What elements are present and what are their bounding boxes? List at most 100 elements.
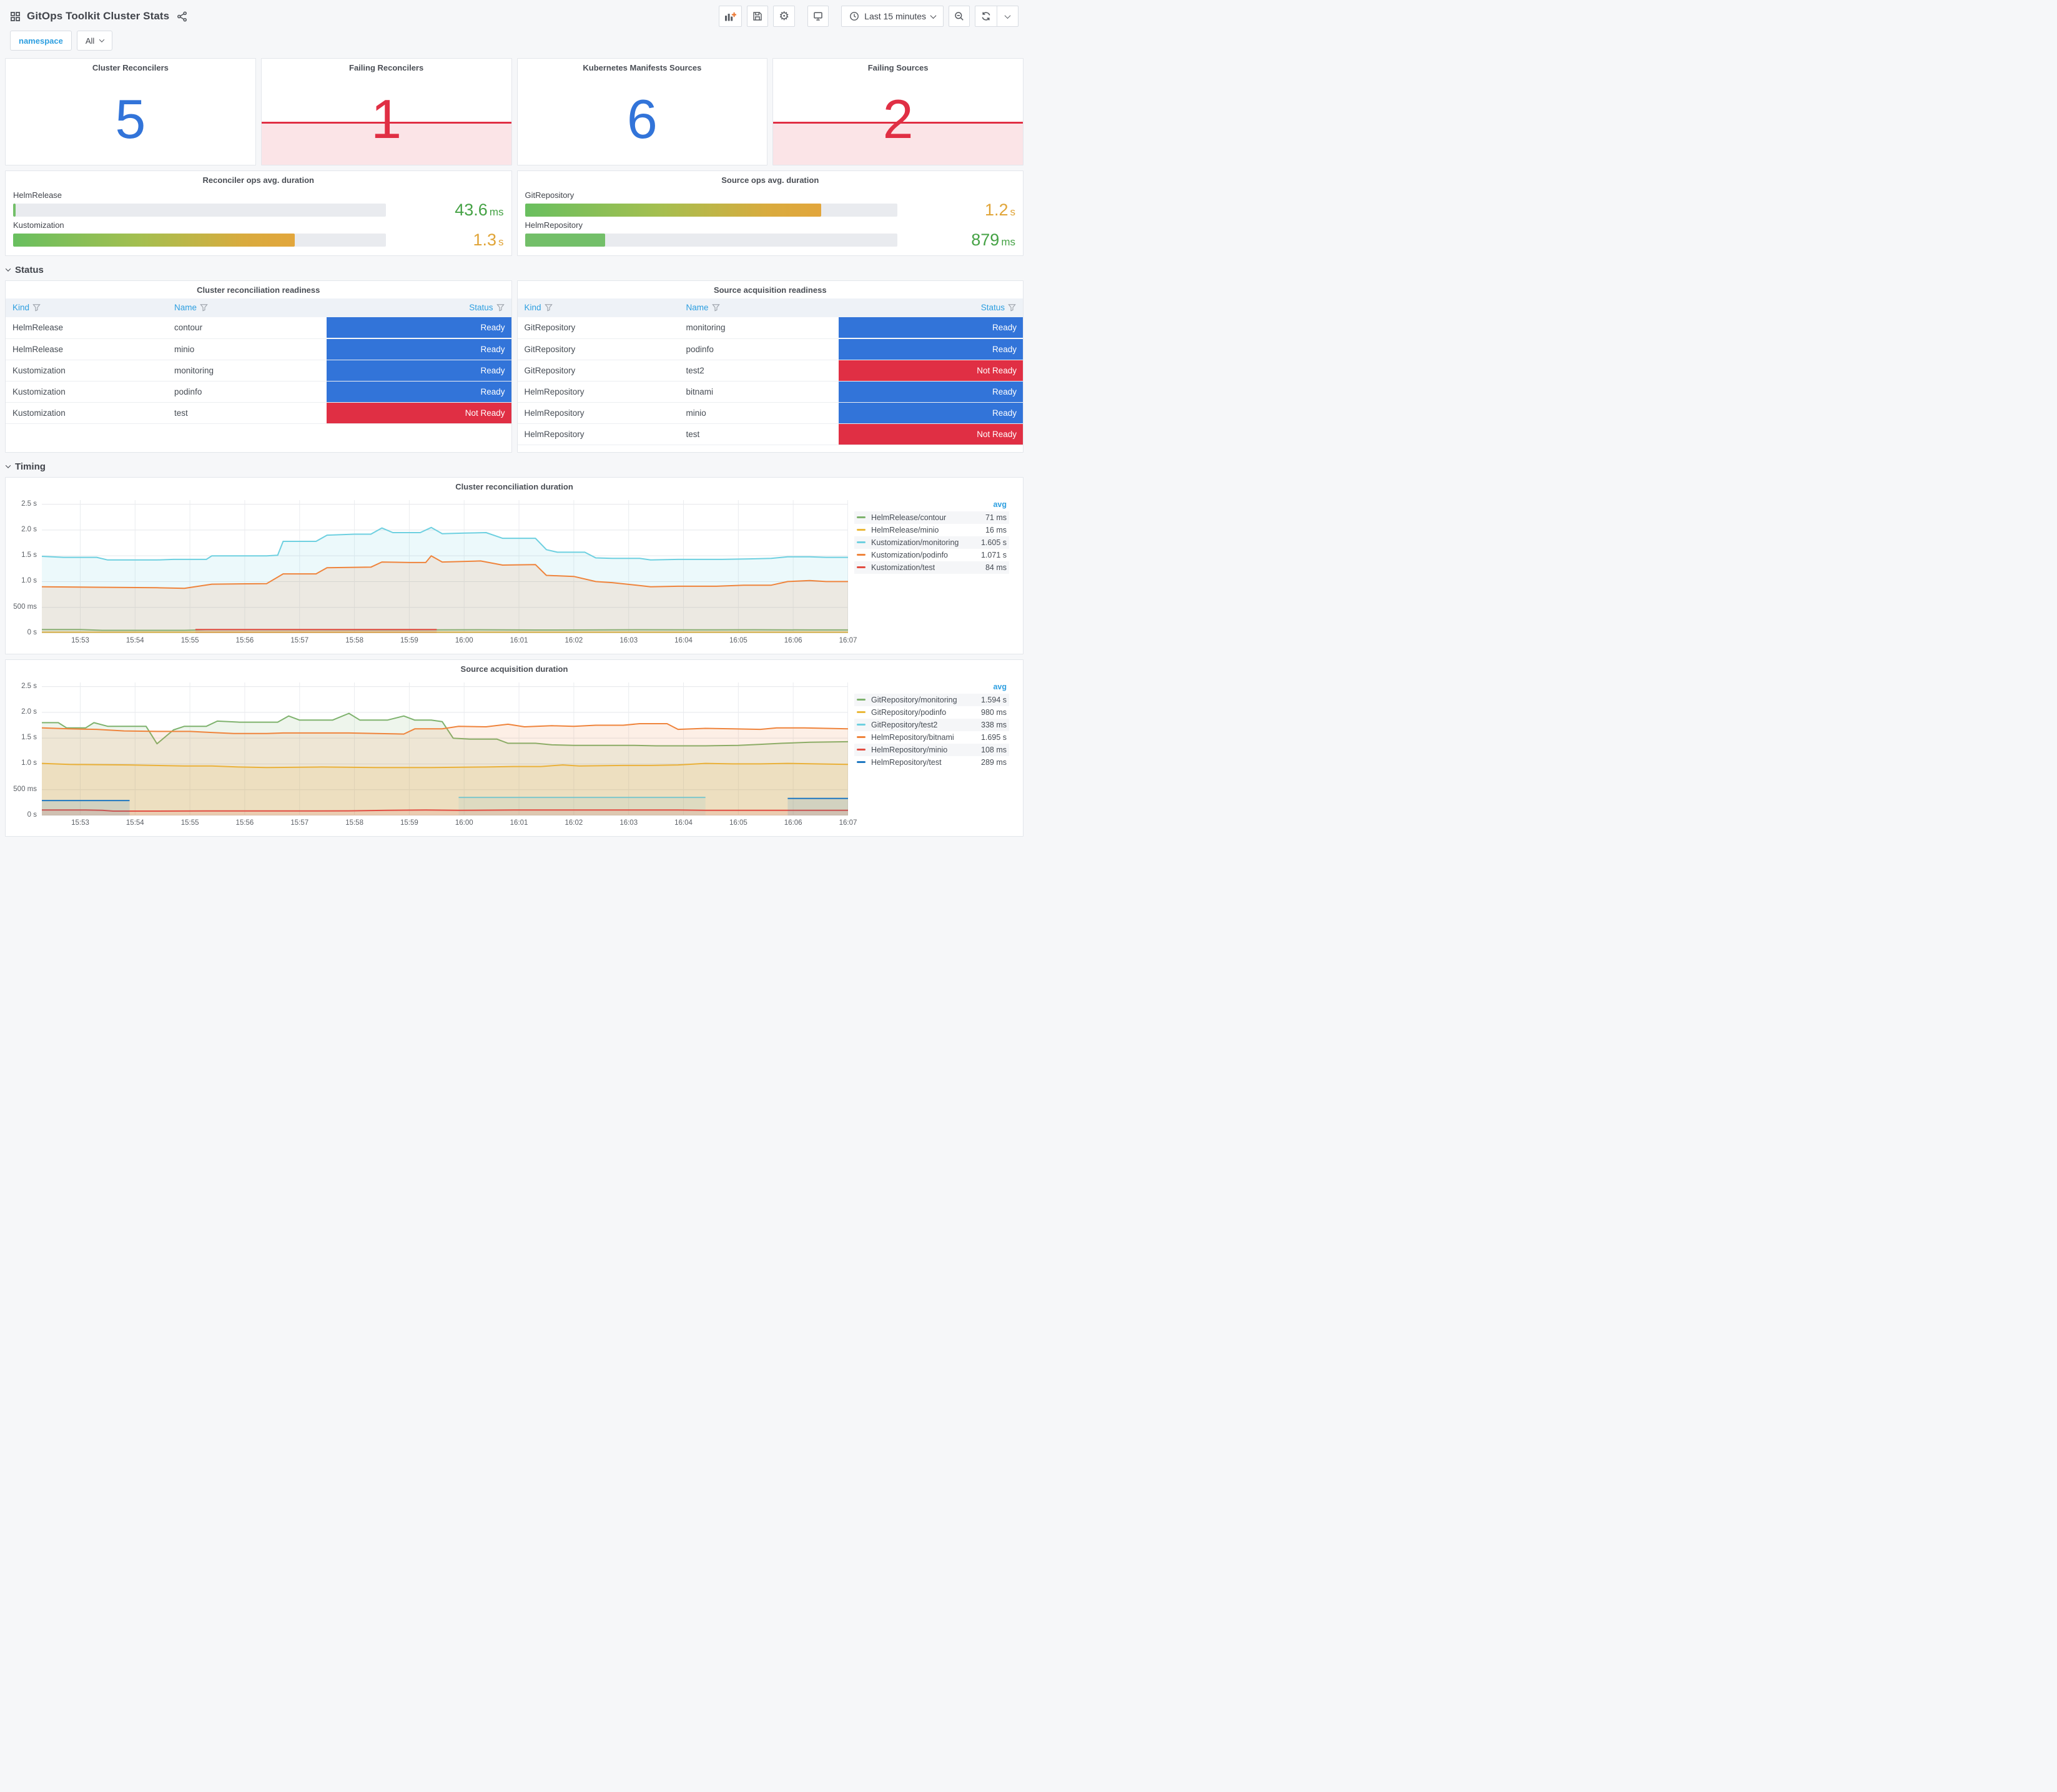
filter-funnel-icon[interactable]: [32, 303, 41, 313]
legend-series-name[interactable]: GitRepository/monitoring: [871, 696, 957, 704]
gauge-label: HelmRelease: [13, 190, 62, 200]
column-header-kind[interactable]: Kind: [517, 298, 679, 317]
legend-swatch: [857, 541, 866, 543]
x-axis-label: 15:55: [180, 637, 199, 644]
page-title: GitOps Toolkit Cluster Stats: [27, 10, 170, 22]
x-axis-label: 16:03: [619, 637, 638, 644]
share-alt-icon[interactable]: [177, 11, 187, 22]
legend-series-name[interactable]: HelmRepository/minio: [871, 746, 947, 754]
cell-name: test: [679, 423, 839, 445]
legend-series-name[interactable]: GitRepository/test2: [871, 721, 937, 729]
column-header-label: Kind: [524, 302, 541, 312]
stat-value: 5: [115, 88, 146, 150]
cell-kind: HelmRelease: [6, 338, 168, 360]
time-picker-button[interactable]: Last 15 minutes: [841, 6, 944, 27]
status-badge: Ready: [327, 360, 511, 381]
y-axis-label: 0 s: [27, 811, 37, 819]
legend-series-name[interactable]: Kustomization/monitoring: [871, 538, 959, 547]
panel-title: Cluster reconciliation readiness: [197, 285, 320, 295]
filter-funnel-icon[interactable]: [1008, 303, 1016, 313]
column-header-status[interactable]: Status: [838, 298, 1023, 317]
table-row: HelmRelease contour Ready: [6, 317, 511, 339]
gauge-value: 1.2 s: [897, 202, 1015, 219]
column-header-name[interactable]: Name: [679, 298, 839, 317]
section-title: Status: [15, 265, 44, 275]
zoom-out-time-button[interactable]: [949, 6, 970, 27]
gauge-fill: [13, 234, 295, 247]
cell-kind: HelmRepository: [517, 423, 679, 445]
legend-swatch: [857, 736, 866, 738]
filter-funnel-icon[interactable]: [200, 303, 208, 313]
namespace-variable-select[interactable]: All: [76, 31, 113, 51]
legend-series-name[interactable]: HelmRepository/test: [871, 758, 942, 767]
chart-plot[interactable]: [42, 682, 848, 815]
gauge-fill: [525, 234, 605, 247]
dashboard-settings-button[interactable]: ⚙: [773, 6, 796, 27]
legend-series-name[interactable]: HelmRelease/contour: [871, 513, 946, 522]
x-axis-label: 15:56: [235, 819, 254, 827]
column-header-status[interactable]: Status: [327, 298, 511, 317]
chart-legend: avg GitRepository/monitoring 1.594 s GitRep…: [852, 677, 1019, 834]
legend-series-name[interactable]: Kustomization/test: [871, 563, 935, 572]
table-row: Kustomization test Not Ready: [6, 402, 511, 424]
gauge-panels-row: Reconciler ops avg. duration HelmRelease 4…: [5, 170, 1024, 256]
gauge-value: 1.3 s: [386, 232, 503, 249]
filter-funnel-icon[interactable]: [711, 303, 720, 313]
section-title: Timing: [15, 461, 46, 472]
legend-swatch: [857, 724, 866, 726]
panel-title: Source acquisition duration: [460, 664, 568, 674]
filter-funnel-icon[interactable]: [496, 303, 505, 313]
legend-series-name[interactable]: Kustomization/podinfo: [871, 551, 948, 559]
filter-funnel-icon[interactable]: [544, 303, 553, 313]
add-panel-button[interactable]: [719, 6, 742, 27]
save-dashboard-button[interactable]: [747, 6, 769, 27]
table-header-row: Kind Name Status: [6, 298, 511, 317]
x-axis-label: 16:00: [455, 819, 473, 827]
cell-kind: GitRepository: [517, 360, 679, 382]
legend-avg-header[interactable]: avg: [974, 681, 1009, 694]
cell-status: Ready: [327, 360, 511, 382]
cell-status: Ready: [327, 338, 511, 360]
stat-panel-kubernetes-manifests-sources: Kubernetes Manifests Sources 6: [516, 58, 768, 165]
gauge-fill: [525, 204, 822, 217]
cell-kind: HelmRepository: [517, 381, 679, 403]
cell-status: Not Ready: [327, 402, 511, 424]
cell-status: Ready: [327, 317, 511, 339]
cell-name: monitoring: [679, 317, 839, 339]
gauge-panel-source-ops-avg-duration: Source ops avg. duration GitRepository 1.2…: [516, 170, 1024, 256]
table-row: Kustomization podinfo Ready: [6, 381, 511, 403]
section-header-status[interactable]: Status: [5, 262, 1024, 280]
legend-item-gitrepository-podinfo: GitRepository/podinfo 980 ms: [854, 706, 1009, 719]
cell-kind: GitRepository: [517, 317, 679, 339]
chevron-down-icon: [5, 462, 11, 468]
section-header-timing[interactable]: Timing: [5, 459, 1024, 477]
legend-swatch: [857, 699, 866, 701]
cell-status: Ready: [838, 338, 1023, 360]
cell-name: test2: [679, 360, 839, 382]
status-badge: Not Ready: [838, 360, 1023, 381]
panel-title: Source ops avg. duration: [721, 175, 819, 185]
legend-series-name[interactable]: GitRepository/podinfo: [871, 708, 946, 717]
column-header-label: Status: [469, 302, 493, 312]
plot-area: 0 s 500 ms 1.0 s 1.5 s 2.0 s 2.5 s 15:53 15:54 1…: [8, 495, 857, 651]
chart-legend: avg HelmRelease/contour 71 ms HelmRelease/m…: [852, 495, 1019, 651]
stat-panel-cluster-reconcilers: Cluster Reconcilers 5: [5, 58, 256, 165]
refresh-interval-dropdown[interactable]: [997, 6, 1018, 26]
column-header-kind[interactable]: Kind: [6, 298, 168, 317]
legend-series-name[interactable]: HelmRelease/minio: [871, 526, 939, 534]
legend-item-kustomization-podinfo: Kustomization/podinfo 1.071 s: [854, 549, 1009, 561]
cycle-view-mode-button[interactable]: [807, 6, 829, 27]
x-axis-label: 15:54: [126, 637, 144, 644]
series-fill-helmrepository-test: [787, 798, 848, 815]
legend-item-helmrelease-minio: HelmRelease/minio 16 ms: [854, 524, 1009, 536]
chart-plot[interactable]: [42, 500, 848, 633]
refresh-button[interactable]: [975, 6, 997, 26]
legend-avg-header[interactable]: avg: [975, 499, 1009, 511]
panel-title: Cluster Reconcilers: [92, 62, 169, 72]
legend-avg-value: 84 ms: [985, 563, 1007, 572]
x-axis-label: 16:05: [729, 819, 747, 827]
column-header-name[interactable]: Name: [167, 298, 327, 317]
table-row: GitRepository podinfo Ready: [517, 338, 1023, 360]
x-axis-label: 16:06: [784, 637, 802, 644]
legend-series-name[interactable]: HelmRepository/bitnami: [871, 733, 954, 742]
